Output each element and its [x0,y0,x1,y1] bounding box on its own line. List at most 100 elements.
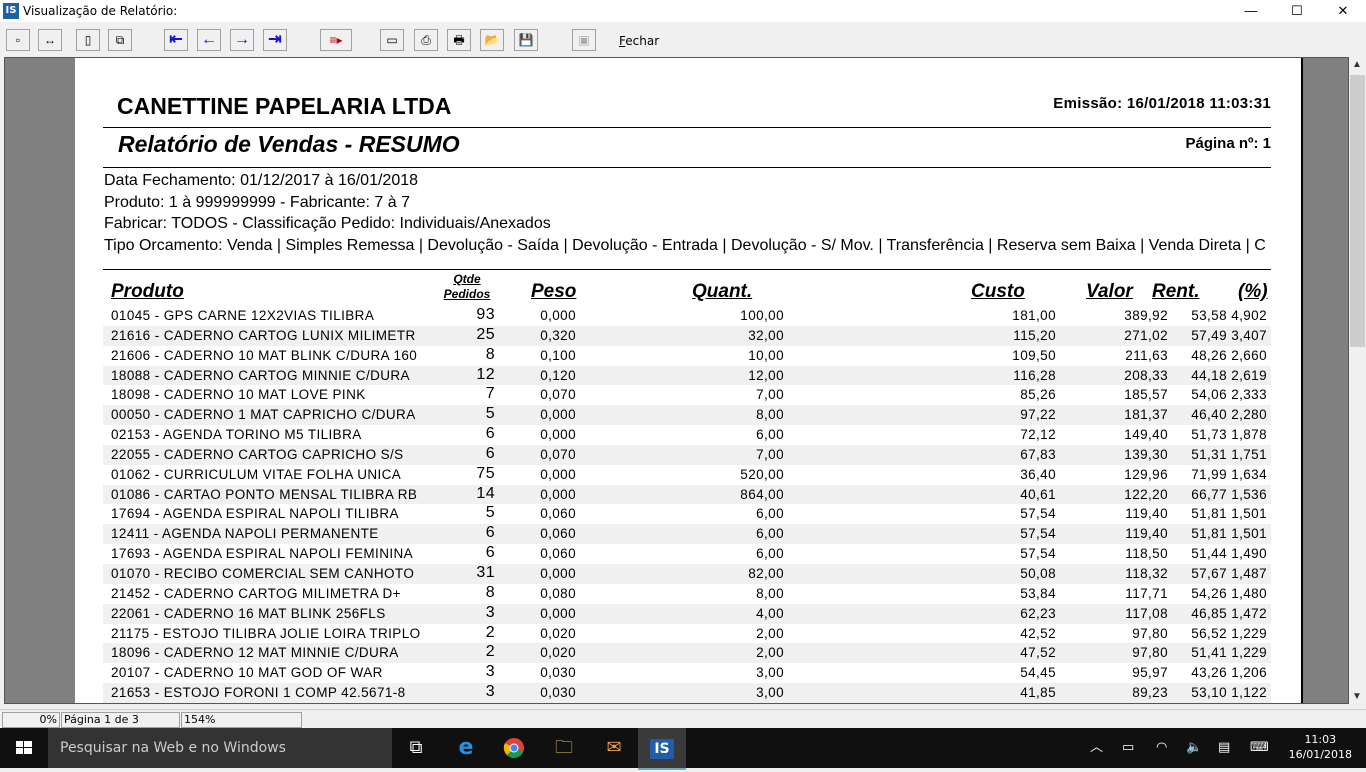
table-row: 21452 - CADERNO CARTOG MILIMETRA D+ 8 0,08… [103,584,1271,604]
maximize-button[interactable]: ☐ [1274,0,1320,22]
cell-rent: 57,67 [1191,565,1227,581]
close-button[interactable]: ✕ [1320,0,1366,22]
full-page-icon[interactable]: ▯ [76,29,100,51]
notification-icon[interactable]: ▤ [1218,728,1230,768]
taskbar-app-is[interactable]: IS [638,728,686,770]
column-header-produto: Produto [111,281,184,302]
cell-rent: 51,31 [1191,446,1227,462]
cell-rent: 51,81 [1191,526,1227,542]
chrome-icon[interactable] [490,728,538,768]
cell-peso: 0,000 [540,427,576,443]
cell-rent: 48,26 [1191,347,1227,363]
taskbar-clock[interactable]: 11:03 16/01/2018 [1289,732,1352,762]
export-icon[interactable]: ▣ [572,29,596,51]
minimize-button[interactable]: — [1228,0,1274,22]
cell-peso: 0,070 [540,387,576,403]
scroll-thumb[interactable] [1350,75,1365,347]
page-number: Página nº: 1 [1185,135,1272,152]
cell-custo: 109,50 [1012,347,1056,363]
task-view-icon[interactable]: ⧉ [392,728,440,768]
wifi-icon[interactable]: ◠ [1156,728,1167,768]
cell-rent: 43,26 [1191,665,1227,681]
cell-peso: 0,030 [540,685,576,701]
first-page-icon[interactable]: ⇤ [164,29,188,51]
windows-start-button[interactable] [0,728,48,768]
cell-qtde: 3 [485,663,495,681]
cell-qtde: 6 [485,444,495,462]
report-viewport[interactable]: CANETTINE PAPELARIA LTDA Emissão: 16/01/… [4,57,1349,704]
edge-icon[interactable]: e [442,728,490,768]
scroll-up-icon[interactable]: ▲ [1352,59,1362,70]
last-page-icon[interactable]: ⇥ [263,29,287,51]
cell-valor: 129,96 [1124,466,1168,482]
cell-produto: 02153 - AGENDA TORINO M5 TILIBRA [111,427,362,443]
page-width-icon[interactable]: ↔ [38,29,62,51]
cell-quant: 6,00 [756,506,784,522]
cell-custo: 97,22 [1020,407,1056,423]
cell-pct: 2,333 [1231,387,1267,403]
cell-quant: 520,00 [740,466,784,482]
cell-quant: 3,00 [756,685,784,701]
cell-pct: 2,280 [1231,407,1267,423]
save-icon[interactable]: 💾 [514,29,538,51]
taskbar-search-input[interactable]: Pesquisar na Web e no Windows [48,728,392,768]
open-folder-icon[interactable]: 📂 [480,29,504,51]
divider [103,269,1271,270]
cell-qtde: 25 [476,325,495,343]
tray-chevron-icon[interactable]: ︿ [1090,728,1103,768]
goto-page-icon[interactable]: ≡▸ [320,29,352,51]
close-report-button[interactable]: Fechar [619,34,659,48]
cell-valor: 181,37 [1124,407,1168,423]
cell-peso: 0,320 [540,327,576,343]
cell-produto: 18088 - CADERNO CARTOG MINNIE C/DURA [111,367,410,383]
cell-rent: 51,41 [1191,645,1227,661]
file-explorer-icon[interactable]: 🗀 [540,728,588,768]
cell-qtde: 2 [485,643,495,661]
page-setup-icon[interactable]: ▭ [380,29,404,51]
cell-qtde: 12 [476,365,495,383]
table-row: 12411 - AGENDA NAPOLI PERMANENTE 6 0,060 6,… [103,524,1271,545]
single-page-icon[interactable]: ▫ [6,29,30,51]
cell-quant: 12,00 [748,367,784,383]
battery-icon[interactable]: ▭ [1122,728,1134,768]
cell-produto: 17693 - AGENDA ESPIRAL NAPOLI FEMININA [111,546,414,562]
cell-custo: 181,00 [1012,308,1056,323]
column-header-qtde-line1: Qtde [453,272,481,286]
cell-produto: 22055 - CADERNO CARTOG CAPRICHO S/S [111,446,404,462]
cell-produto: 20107 - CADERNO 10 MAT GOD OF WAR [111,665,383,681]
cell-produto: 21175 - ESTOJO TILIBRA JOLIE LOIRA TRIPL… [111,625,421,641]
cell-pct: 1,206 [1231,665,1267,681]
windows-taskbar: Pesquisar na Web e no Windows ⧉ e 🗀 ✉ IS… [0,728,1366,770]
previous-page-icon[interactable]: ← [197,29,221,51]
cell-valor: 122,20 [1124,486,1168,502]
next-page-icon[interactable]: → [230,29,254,51]
keyboard-icon[interactable]: ⌨ [1250,728,1269,768]
cell-qtde: 3 [485,683,495,701]
clock-date: 16/01/2018 [1288,748,1352,761]
cell-pct: 3,407 [1231,327,1267,343]
cell-custo: 116,28 [1013,367,1056,383]
cell-peso: 0,020 [540,645,576,661]
cell-rent: 53,58 [1191,308,1227,323]
cell-qtde: 8 [485,345,495,363]
mail-app-icon[interactable]: ✉ [590,728,638,768]
multi-page-icon[interactable]: ⧉ [108,29,132,51]
window-titlebar: IS Visualização de Relatório: — ☐ ✕ [0,0,1366,22]
cell-peso: 0,000 [540,486,576,502]
table-row: 22055 - CADERNO CARTOG CAPRICHO S/S 6 0,07… [103,444,1271,465]
cell-pct: 1,229 [1231,625,1267,641]
cell-custo: 115,20 [1013,327,1056,343]
vertical-scrollbar[interactable]: ▲ ▼ [1349,57,1366,704]
filter-line: Data Fechamento: 01/12/2017 à 16/01/2018 [104,172,419,189]
cell-peso: 0,080 [540,585,576,601]
volume-icon[interactable]: 🔈 [1186,728,1202,768]
print-icon[interactable]: 🖶 [447,29,471,51]
printer-setup-icon[interactable]: ⎙ [414,29,438,51]
divider [103,167,1271,168]
cell-quant: 2,00 [756,645,784,661]
scroll-down-icon[interactable]: ▼ [1352,691,1362,702]
cell-produto: 01086 - CARTAO PONTO MENSAL TILIBRA RB [111,486,418,502]
cell-qtde: 8 [485,583,495,601]
cell-peso: 0,070 [540,446,576,462]
column-header-peso: Peso [531,281,577,302]
